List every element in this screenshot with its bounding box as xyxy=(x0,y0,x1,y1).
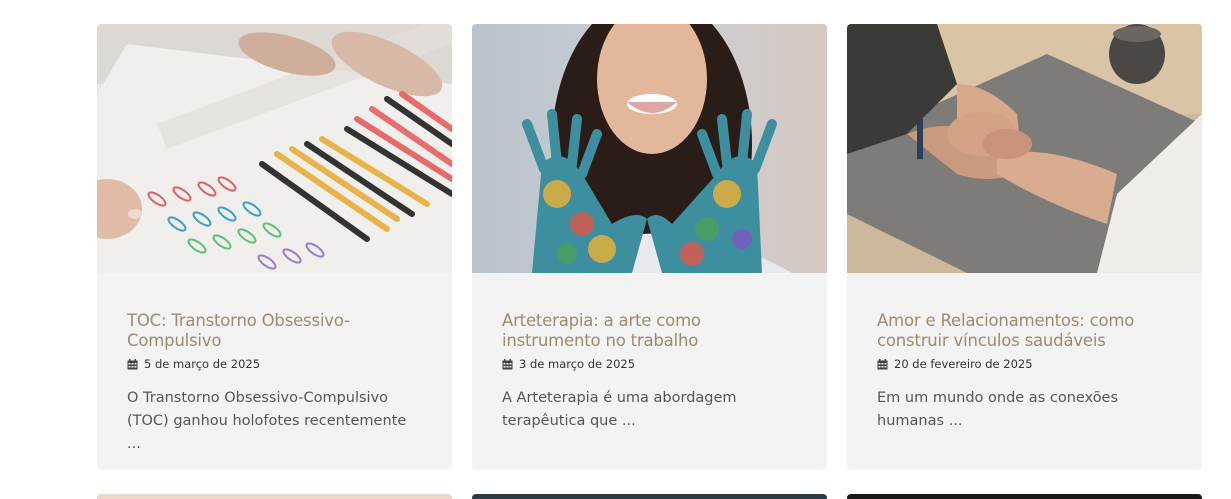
post-date-text: 20 de fevereiro de 2025 xyxy=(894,357,1033,371)
post-date: 3 de março de 2025 xyxy=(502,355,797,373)
holding-hands-image xyxy=(847,24,1202,273)
post-title-link[interactable]: Amor e Relacionamentos: como construir v… xyxy=(877,311,1172,351)
post-card[interactable]: TOC: Transtorno Obsessivo-Compulsivo 5 d… xyxy=(97,24,452,470)
posts-grid-next-row xyxy=(97,494,1202,499)
post-date: 20 de fevereiro de 2025 xyxy=(877,355,1172,373)
post-date-text: 5 de março de 2025 xyxy=(144,357,261,371)
calendar-icon xyxy=(877,358,888,369)
post-excerpt: A Arteterapia é uma abordagem terapêutic… xyxy=(502,390,737,429)
calendar-icon xyxy=(127,358,138,369)
post-thumbnail-partial[interactable] xyxy=(97,494,452,499)
painted-hands-heart-image xyxy=(472,24,827,273)
post-card-body: TOC: Transtorno Obsessivo-Compulsivo 5 d… xyxy=(97,273,452,456)
post-thumbnail-partial[interactable] xyxy=(472,494,827,499)
post-card[interactable]: Amor e Relacionamentos: como construir v… xyxy=(847,24,1202,470)
pens-and-clips-image xyxy=(97,24,452,273)
post-thumbnail[interactable] xyxy=(472,24,827,273)
post-date-text: 3 de março de 2025 xyxy=(519,357,636,371)
post-card[interactable]: Arteterapia: a arte como instrumento no … xyxy=(472,24,827,470)
post-excerpt: Em um mundo onde as conexões humanas ... xyxy=(877,390,1119,429)
post-date: 5 de março de 2025 xyxy=(127,355,422,373)
post-card-body: Arteterapia: a arte como instrumento no … xyxy=(472,273,827,433)
post-excerpt: O Transtorno Obsessivo-Compulsivo (TOC) … xyxy=(127,390,407,452)
post-thumbnail[interactable] xyxy=(97,24,452,273)
post-card-body: Amor e Relacionamentos: como construir v… xyxy=(847,273,1202,433)
posts-grid: TOC: Transtorno Obsessivo-Compulsivo 5 d… xyxy=(97,24,1202,470)
post-thumbnail-partial[interactable] xyxy=(847,494,1202,499)
post-thumbnail[interactable] xyxy=(847,24,1202,273)
post-title-link[interactable]: TOC: Transtorno Obsessivo-Compulsivo xyxy=(127,311,422,351)
post-title-link[interactable]: Arteterapia: a arte como instrumento no … xyxy=(502,311,797,351)
calendar-icon xyxy=(502,358,513,369)
